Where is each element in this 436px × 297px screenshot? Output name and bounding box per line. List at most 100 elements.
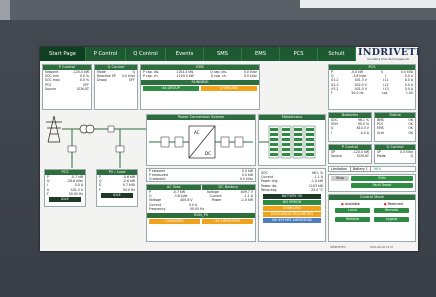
brand-name: INDRIVETEC: [358, 47, 418, 58]
limitation-status: AS LIMITATION: [202, 219, 253, 225]
value-label: Mode: [377, 154, 386, 159]
tab-pcs[interactable]: PCS: [280, 47, 318, 61]
value-reading: OFF: [128, 78, 135, 83]
tab-sms[interactable]: SMS: [204, 47, 242, 61]
tab-p-control[interactable]: P Control: [86, 47, 126, 61]
panel-title: Control Mode: [329, 195, 415, 200]
value-row: F 50.00 Hz: [45, 192, 85, 196]
ems-status-group: AS GROUP: [143, 86, 199, 92]
value-row: Q setpoint 0.0 kVar: [147, 177, 255, 181]
value-row: Source SCHULT: [329, 154, 371, 158]
local-button[interactable]: Local: [335, 208, 370, 213]
discharge-prohibited-status: DISCHARGE PROHIBITED: [263, 212, 321, 218]
value-label: Frequency: [149, 206, 166, 211]
release-button[interactable]: Release: [335, 217, 370, 222]
value-reading: -0.0 A: [359, 130, 369, 135]
value-reading: 0.0 kVar: [239, 177, 253, 182]
pcs-summary-panel: PCS P -0.0 kW S 0.0 kVA Q -3.8 kVar I 0.0 A U1-2…: [328, 64, 416, 110]
transmission-tower-icon: [46, 115, 62, 143]
available-indicator: ● Available: [340, 202, 360, 206]
value-reading: Q: [410, 154, 413, 159]
tab-schult[interactable]: Schult: [318, 47, 356, 61]
tab-ems[interactable]: EMS: [242, 47, 280, 61]
value-label: F: [331, 91, 333, 96]
dc-breaker-icon: [220, 136, 230, 148]
value-row: Droop OFF: [95, 78, 137, 82]
red-dot-icon: ●: [383, 202, 387, 206]
tab-events[interactable]: Events: [166, 47, 204, 61]
value-reading: SCHULT: [76, 86, 89, 91]
transformer-icon: [79, 124, 95, 134]
status-footer: INDRIVETEC 2021-06-10 14:37: [40, 246, 418, 251]
tab-bar: Start Page P Control Q Control Events SM…: [40, 47, 356, 61]
value-reading: -1.0 kW: [240, 198, 253, 203]
filter-icon: [160, 136, 170, 148]
value-row: P cap. ch. -1104.4 kW Q cap. ch. 0.0 kVar: [141, 74, 259, 78]
value-reading: 25.0 °C: [311, 187, 323, 192]
limitation-value: 99.9: [373, 167, 381, 171]
value-reading: 1.00: [405, 91, 413, 96]
pcs-state: IDLE: [49, 197, 81, 203]
brand-logo: INDRIVETEC Innovative Drive Technologies…: [358, 47, 418, 61]
value-label: Temp avg.: [261, 187, 278, 192]
no-error-status: NO ERROR: [263, 200, 321, 206]
value-reading: SCHULT: [356, 154, 369, 159]
p-control-mode-panel: P Control SP -120.0 kW Source SCHULT: [328, 144, 372, 164]
logout-button[interactable]: Logout: [374, 217, 409, 222]
p-control-panel: P Control Setpoint -120.0 kW SOC min 0.0 % S…: [42, 64, 92, 110]
value-row: Temp avg. 25.0 °C: [259, 188, 325, 192]
battery-ok-status: BATTERY OK: [263, 194, 321, 200]
dc-label: DC: [205, 151, 211, 156]
value-row: Mode Q: [375, 154, 415, 158]
value-label: Power: [211, 198, 222, 203]
value-label: Q setpoint: [149, 177, 166, 182]
power-measurements: P setpoint 0.0 kW P measured 0.0 kW Q setpoi…: [146, 168, 256, 182]
fault-reset-button[interactable]: Fault Reset: [351, 182, 413, 188]
value-row: I -0.0 A: [329, 131, 371, 135]
control-mode-panel: Control Mode ● Available ● Reserved Loca…: [328, 194, 416, 242]
value-label: F: [99, 187, 101, 192]
limitation-bar: Limitation Battery 1 99.9: [328, 166, 416, 172]
value-row: F 50.0 Hz: [97, 188, 137, 192]
stop-button[interactable]: Stop: [331, 176, 349, 181]
ac-label: AC: [194, 130, 200, 135]
run-button[interactable]: RUN: [351, 176, 413, 181]
value-label: F: [47, 191, 49, 196]
brand-subtitle: Innovative Drive Technologies AG: [367, 58, 409, 61]
value-row: Source SCHULT: [43, 87, 91, 91]
batteries-panel: Batteries SOC 96.1 % SOH 95.0 % U 810.3 V I -0.…: [328, 112, 372, 142]
value-reading: -1104.4 kW: [175, 74, 194, 79]
limitation-battery-select[interactable]: Battery 1: [349, 166, 371, 172]
value-row: Frequency 50.00 Hz: [147, 207, 255, 211]
pv-load-state: IDLE: [101, 192, 133, 198]
breaker-icon: [174, 136, 184, 148]
tab-q-control[interactable]: Q Control: [126, 47, 166, 61]
q-control-panel: Q Control Mode Q Reactive SP 0.0 kVar Droop O…: [94, 64, 138, 110]
value-reading: 50.0 Hz: [351, 91, 364, 96]
breaker-icon: [107, 125, 115, 133]
remote-button[interactable]: Remote: [374, 208, 409, 213]
pcs-diagram: AC DC: [149, 125, 253, 159]
ems-status-charging: CHARGING: [201, 86, 257, 92]
value-label: S: [380, 70, 383, 74]
mastercons-panel: Mastercons: [258, 114, 326, 166]
charging-status: CHARGING: [149, 219, 200, 225]
grid-diagram: [46, 115, 150, 168]
breaker-icon: [115, 145, 125, 153]
value-label: Source: [45, 86, 56, 91]
reserved-indicator: ● Reserved: [383, 202, 404, 206]
value-label: Source: [331, 154, 342, 159]
limitation-label: Limitation: [331, 167, 347, 171]
value-reading: 0.0 kVar: [243, 74, 257, 79]
value-label: P cap. ch.: [143, 74, 159, 79]
value-label: Droop: [97, 78, 107, 83]
battery-summary-panel: SOC 96.1 % Current -1.1 A Power chg. -1.0 kW P…: [258, 168, 326, 242]
value-reading: 50.0 Hz: [122, 187, 135, 192]
power-conversion-panel: Power Conversion System AC DC: [146, 114, 256, 166]
q-control-mode-panel: Q Control SP 0.0 kVar Mode Q: [374, 144, 416, 164]
battery-charging-status: CHARGING: [263, 206, 321, 212]
value-label: Grid: [377, 130, 384, 135]
value-label: Q cap. ch.: [210, 74, 227, 79]
tab-start-page[interactable]: Start Page: [40, 47, 86, 61]
no-effort-limitation-status: NO EFFORT LIMITATION: [263, 218, 321, 224]
